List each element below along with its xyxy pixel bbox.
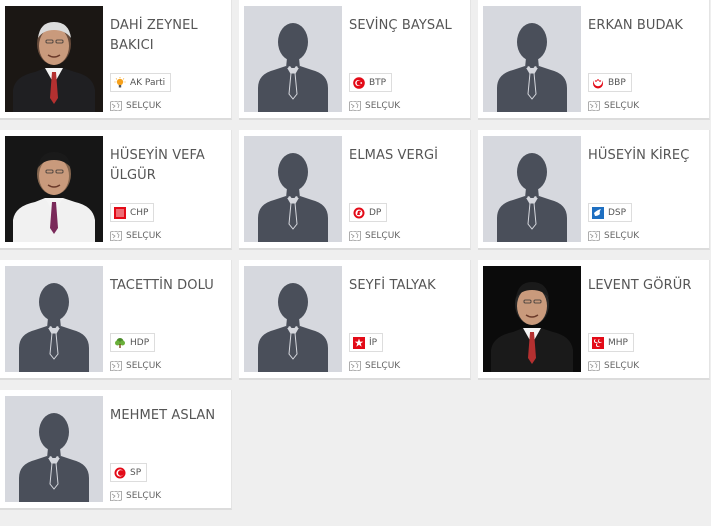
- candidate-name[interactable]: HÜSEYİN KİREÇ: [588, 146, 706, 166]
- candidate-name[interactable]: LEVENT GÖRÜR: [588, 276, 706, 296]
- crescent-star-circle-icon: [353, 76, 365, 89]
- district-label: SELÇUK: [588, 360, 640, 372]
- district-text: SELÇUK: [126, 231, 162, 241]
- party-badge: SP: [110, 463, 148, 482]
- avatar-placeholder-icon[interactable]: [5, 266, 103, 372]
- district-text: SELÇUK: [604, 231, 640, 241]
- horse-circle-icon: [353, 207, 365, 219]
- candidate-grid: DAHİ ZEYNEL BAKICI AK Parti SELÇUK SEVİNÇ B…: [0, 0, 711, 526]
- candidate-card[interactable]: MEHMET ASLAN SP SELÇUK: [0, 390, 232, 510]
- candidate-name[interactable]: HÜSEYİN VEFA ÜLGÜR: [110, 146, 228, 186]
- avatar-placeholder-icon[interactable]: [244, 136, 342, 242]
- district-text: SELÇUK: [365, 361, 401, 371]
- candidate-card[interactable]: SEYFİ TALYAK İP SELÇUK: [239, 260, 471, 380]
- avatar-placeholder-icon[interactable]: [5, 396, 103, 502]
- candidate-name[interactable]: MEHMET ASLAN: [110, 406, 228, 426]
- party-badge: MHP: [588, 333, 634, 352]
- party-label: DP: [369, 207, 382, 218]
- candidate-photo[interactable]: [483, 266, 581, 372]
- three-crescents-icon: [592, 336, 604, 349]
- district-label: SELÇUK: [349, 230, 401, 242]
- district-label: SELÇUK: [110, 230, 162, 242]
- party-badge: DP: [349, 203, 388, 222]
- party-label: DSP: [608, 207, 627, 218]
- district-text: SELÇUK: [604, 361, 640, 371]
- party-badge: BBP: [588, 73, 632, 92]
- bbp-crescent-icon: [592, 77, 604, 89]
- map-icon: [349, 230, 361, 242]
- candidate-photo[interactable]: [5, 136, 103, 242]
- map-icon: [588, 360, 600, 372]
- candidate-name[interactable]: SEYFİ TALYAK: [349, 276, 467, 296]
- avatar-placeholder-icon[interactable]: [483, 6, 581, 112]
- party-label: HDP: [130, 337, 150, 348]
- party-label: MHP: [608, 337, 628, 348]
- party-badge: CHP: [110, 203, 155, 222]
- district-text: SELÇUK: [126, 491, 162, 501]
- map-icon: [349, 360, 361, 372]
- party-label: BBP: [608, 77, 626, 88]
- star-icon: [353, 336, 365, 349]
- candidate-name[interactable]: SEVİNÇ BAYSAL: [349, 16, 467, 36]
- party-label: AK Parti: [130, 77, 166, 88]
- candidate-card[interactable]: HÜSEYİN VEFA ÜLGÜR CHP SELÇUK: [0, 130, 232, 250]
- candidate-name[interactable]: ERKAN BUDAK: [588, 16, 706, 36]
- party-badge: DSP: [588, 203, 633, 222]
- district-text: SELÇUK: [126, 361, 162, 371]
- candidate-name[interactable]: ELMAS VERGİ: [349, 146, 467, 166]
- map-icon: [349, 100, 361, 112]
- district-label: SELÇUK: [349, 360, 401, 372]
- candidate-card[interactable]: ELMAS VERGİ DP SELÇUK: [239, 130, 471, 250]
- party-badge: İP: [349, 333, 384, 352]
- dove-icon: [592, 206, 604, 219]
- map-icon: [588, 100, 600, 112]
- party-badge: AK Parti: [110, 73, 172, 92]
- candidate-photo[interactable]: [5, 6, 103, 112]
- candidate-card[interactable]: HÜSEYİN KİREÇ DSP SELÇUK: [478, 130, 710, 250]
- district-label: SELÇUK: [588, 100, 640, 112]
- candidate-card[interactable]: SEVİNÇ BAYSAL BTP SELÇUK: [239, 0, 471, 120]
- map-icon: [110, 100, 122, 112]
- party-badge: BTP: [349, 73, 393, 92]
- district-label: SELÇUK: [110, 360, 162, 372]
- avatar-placeholder-icon[interactable]: [244, 266, 342, 372]
- avatar-placeholder-icon[interactable]: [244, 6, 342, 112]
- map-icon: [110, 230, 122, 242]
- party-label: İP: [369, 337, 378, 348]
- tree-icon: [114, 337, 126, 349]
- district-text: SELÇUK: [365, 231, 401, 241]
- avatar-placeholder-icon[interactable]: [483, 136, 581, 242]
- map-icon: [110, 360, 122, 372]
- map-icon: [110, 490, 122, 502]
- candidate-name[interactable]: TACETTİN DOLU: [110, 276, 228, 296]
- candidate-card[interactable]: DAHİ ZEYNEL BAKICI AK Parti SELÇUK: [0, 0, 232, 120]
- map-icon: [588, 230, 600, 242]
- district-text: SELÇUK: [604, 101, 640, 111]
- lightbulb-icon: [114, 76, 126, 89]
- candidate-name[interactable]: DAHİ ZEYNEL BAKICI: [110, 16, 228, 56]
- district-label: SELÇUK: [588, 230, 640, 242]
- district-label: SELÇUK: [110, 100, 162, 112]
- district-label: SELÇUK: [349, 100, 401, 112]
- district-text: SELÇUK: [365, 101, 401, 111]
- party-label: CHP: [130, 207, 149, 218]
- candidate-card[interactable]: LEVENT GÖRÜR MHP SELÇUK: [478, 260, 710, 380]
- party-label: SP: [130, 467, 142, 478]
- district-text: SELÇUK: [126, 101, 162, 111]
- candidate-card[interactable]: ERKAN BUDAK BBP SELÇUK: [478, 0, 710, 120]
- party-badge: HDP: [110, 333, 156, 352]
- party-label: BTP: [369, 77, 387, 88]
- district-label: SELÇUK: [110, 490, 162, 502]
- six-arrows-icon: [114, 206, 126, 219]
- sp-crescent-icon: [114, 467, 126, 479]
- candidate-card[interactable]: TACETTİN DOLU HDP SELÇUK: [0, 260, 232, 380]
